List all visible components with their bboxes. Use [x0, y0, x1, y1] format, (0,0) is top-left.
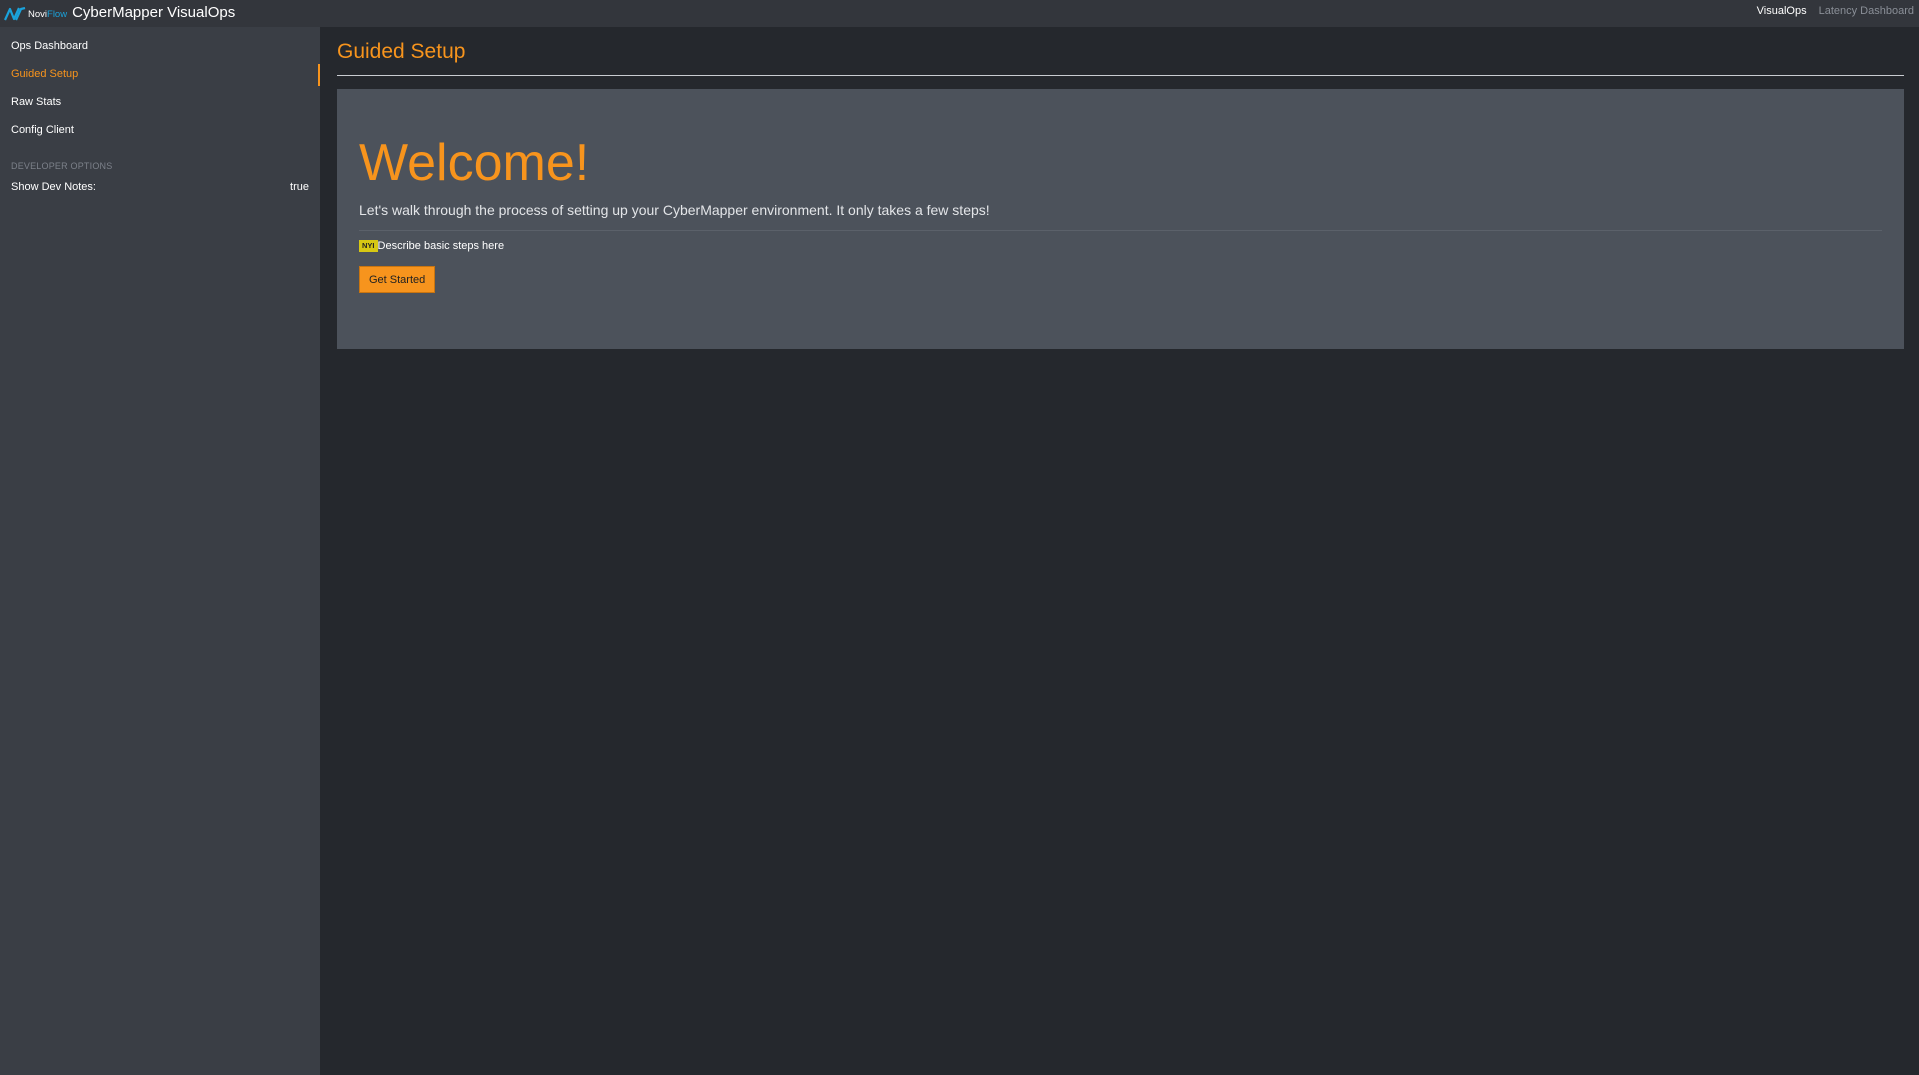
- top-navbar: NoviFlow CyberMapper VisualOps VisualOps…: [0, 0, 1919, 27]
- dev-note: NYI Describe basic steps here: [359, 240, 504, 252]
- brand[interactable]: NoviFlow CyberMapper VisualOps: [0, 0, 235, 27]
- top-link-visualops[interactable]: VisualOps: [1757, 5, 1807, 17]
- show-dev-notes-value[interactable]: true: [290, 181, 309, 193]
- logo-wordmark: NoviFlow: [28, 9, 67, 20]
- sidebar-item-raw-stats[interactable]: Raw Stats: [0, 88, 320, 116]
- main-content: Guided Setup Welcome! Let's walk through…: [320, 27, 1919, 1075]
- sidebar-item-config-client[interactable]: Config Client: [0, 116, 320, 144]
- noviflow-logo-icon: NoviFlow: [4, 0, 67, 27]
- top-link-latency-dashboard[interactable]: Latency Dashboard: [1819, 5, 1914, 17]
- developer-options-header: DEVELOPER OPTIONS: [11, 161, 113, 171]
- dev-note-text: Describe basic steps here: [377, 240, 505, 252]
- panel-divider: [359, 230, 1882, 231]
- top-links: VisualOps Latency Dashboard: [1757, 0, 1914, 24]
- title-divider: [337, 75, 1904, 76]
- page-title: Guided Setup: [337, 40, 466, 63]
- sidebar-nav: Ops Dashboard Guided Setup Raw Stats Con…: [0, 27, 320, 144]
- logo-novi: Novi: [28, 9, 48, 20]
- welcome-panel: Welcome! Let's walk through the process …: [337, 89, 1904, 349]
- show-dev-notes-row[interactable]: Show Dev Notes: true: [0, 181, 320, 193]
- sidebar-item-ops-dashboard[interactable]: Ops Dashboard: [0, 32, 320, 60]
- sidebar: Ops Dashboard Guided Setup Raw Stats Con…: [0, 27, 320, 1075]
- welcome-lead-text: Let's walk through the process of settin…: [359, 202, 990, 218]
- get-started-button[interactable]: Get Started: [359, 266, 436, 293]
- app-title[interactable]: CyberMapper VisualOps: [72, 4, 235, 21]
- sidebar-item-guided-setup[interactable]: Guided Setup: [0, 60, 320, 88]
- nyi-badge: NYI: [359, 240, 378, 252]
- logo-flow: Flow: [47, 9, 68, 20]
- show-dev-notes-label: Show Dev Notes:: [11, 181, 96, 193]
- welcome-heading: Welcome!: [359, 134, 590, 192]
